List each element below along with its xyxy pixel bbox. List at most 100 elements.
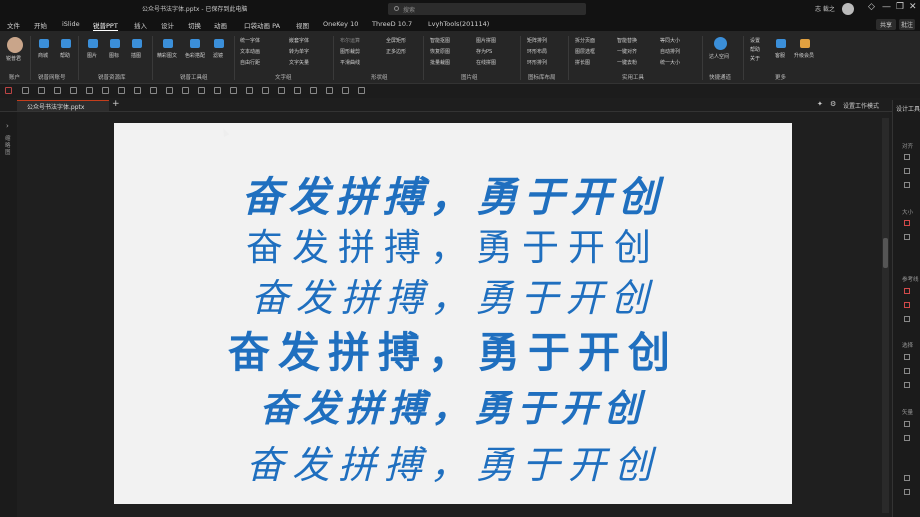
user-name[interactable]: 志 裁之 — [815, 4, 835, 13]
store-icon[interactable] — [39, 39, 49, 48]
boolean-op-button[interactable]: 布尔运算 — [340, 37, 360, 44]
store-label[interactable]: 商城 — [38, 52, 48, 59]
search-box[interactable]: 搜索 — [388, 3, 586, 15]
union-icon[interactable] — [294, 87, 301, 94]
calligraphy-line-6[interactable]: 奋发拼搏，勇于开创 — [114, 434, 792, 489]
send-back-icon[interactable] — [262, 87, 269, 94]
calligraphy-line-3[interactable]: 奋发拼搏，勇于开创 — [114, 267, 792, 322]
calligraphy-line-5[interactable]: 奋发拼搏，勇于开创 — [114, 378, 792, 432]
align-left-icon[interactable] — [86, 87, 93, 94]
guide-icon[interactable] — [904, 288, 910, 294]
ring-layout-button[interactable]: 环形布局 — [527, 48, 547, 55]
text-vector-button[interactable]: 文字矢量 — [289, 59, 309, 66]
account-label[interactable]: 锐普君 — [6, 55, 21, 62]
filter-label[interactable]: 滤镜 — [213, 52, 223, 59]
work-mode-button[interactable]: 设置工作模式 — [843, 101, 879, 110]
vector-icon[interactable] — [904, 489, 910, 495]
tab-ruipu[interactable]: 锐普PPT — [93, 20, 118, 31]
help-label[interactable]: 帮助 — [60, 52, 70, 59]
tab-home[interactable]: 开始 — [34, 20, 47, 30]
size-icon[interactable] — [904, 234, 910, 240]
remove-powder-button[interactable]: 一键去粉 — [617, 59, 637, 66]
vector-icon[interactable] — [904, 421, 910, 427]
smart-cutout-button[interactable]: 智能抠图 — [430, 37, 450, 44]
vector-icon[interactable] — [904, 475, 910, 481]
tab-onekey[interactable]: OneKey 10 — [323, 20, 358, 28]
restore-image-button[interactable]: 恢复原图 — [430, 48, 450, 55]
filter-icon[interactable] — [214, 39, 224, 48]
save-icon[interactable] — [5, 87, 12, 94]
palette-icon[interactable] — [190, 39, 200, 48]
tab-transitions[interactable]: 切换 — [188, 20, 201, 30]
calligraphy-line-1[interactable]: 奋发拼搏，勇于开创 — [114, 163, 792, 223]
crop-icon[interactable] — [278, 87, 285, 94]
about-button[interactable]: 关于 — [750, 55, 760, 62]
split-page-button[interactable]: 拆分页面 — [575, 37, 595, 44]
shape-crop-button[interactable]: 图形裁剪 — [340, 48, 360, 55]
align-icon[interactable] — [904, 168, 910, 174]
align-icon[interactable] — [904, 154, 910, 160]
tab-islide[interactable]: iSlide — [62, 20, 80, 28]
palette-label[interactable]: 色彩搭配 — [185, 52, 205, 59]
calligraphy-line-2[interactable]: 奋发拼搏，勇于开创 — [114, 217, 792, 271]
image-collage-button[interactable]: 图片拼图 — [476, 37, 496, 44]
save-ps-button[interactable]: 存为PS — [476, 48, 492, 55]
format-painter-icon[interactable] — [70, 87, 77, 94]
distribute-v-icon[interactable] — [198, 87, 205, 94]
avatar[interactable] — [842, 3, 854, 15]
text-animation-button[interactable]: 文本动画 — [240, 48, 260, 55]
chevron-right-icon[interactable]: › — [6, 122, 9, 130]
gear-icon[interactable]: ⚙ — [830, 100, 836, 108]
matrix-arrange-button[interactable]: 矩阵排列 — [527, 37, 547, 44]
align-top-icon[interactable] — [134, 87, 141, 94]
tab-lvyhtools[interactable]: LvyhTools(201114) — [428, 20, 489, 28]
text-box-icon[interactable] — [358, 87, 365, 94]
tab-view[interactable]: 视图 — [296, 20, 309, 30]
smart-replace-button[interactable]: 智能替换 — [617, 37, 637, 44]
calligraphy-line-4[interactable]: 奋发拼搏，勇于开创 — [114, 319, 792, 380]
tab-threed[interactable]: ThreeD 10.7 — [372, 20, 412, 28]
group-icon[interactable] — [214, 87, 221, 94]
nested-font-button[interactable]: 嵌套字体 — [289, 37, 309, 44]
unify-font-button[interactable]: 统一字体 — [240, 37, 260, 44]
tab-insert[interactable]: 插入 — [134, 20, 147, 30]
split-chars-button[interactable]: 转为单字 — [289, 48, 309, 55]
scroll-thumb[interactable] — [883, 238, 888, 268]
subtract-icon[interactable] — [326, 87, 333, 94]
minimize-button[interactable]: — — [882, 2, 891, 12]
graphic-icon[interactable] — [163, 39, 173, 48]
line-spacing-button[interactable]: 自由行距 — [240, 59, 260, 66]
expert-space-icon[interactable] — [714, 37, 727, 50]
distribute-h-icon[interactable] — [182, 87, 189, 94]
help-button[interactable]: 帮助 — [750, 46, 760, 53]
thumbnail-rail[interactable]: › 缩略图 — [0, 112, 17, 517]
graphic-label[interactable]: 精彩图文 — [157, 52, 177, 59]
account-avatar[interactable] — [7, 37, 23, 53]
align-right-icon[interactable] — [118, 87, 125, 94]
expert-space-label[interactable]: 达人空间 — [709, 53, 729, 60]
icon-library-icon[interactable] — [110, 39, 120, 48]
new-tab-icon[interactable]: + — [112, 99, 120, 109]
align-center-icon[interactable] — [102, 87, 109, 94]
align-middle-icon[interactable] — [150, 87, 157, 94]
layer-select-button[interactable]: 图层选框 — [575, 48, 595, 55]
share-button[interactable]: 共享 — [876, 19, 897, 30]
tab-design[interactable]: 设计 — [161, 20, 174, 30]
vector-icon[interactable] — [904, 435, 910, 441]
tab-pocket-animation[interactable]: 口袋动画 PA — [244, 20, 280, 30]
slide[interactable]: 奋发拼搏，勇于开创 奋发拼搏，勇于开创 奋发拼搏，勇于开创 奋发拼搏，勇于开创 … — [114, 123, 792, 504]
help-icon[interactable] — [61, 39, 71, 48]
fragment-icon[interactable] — [342, 87, 349, 94]
diamond-icon[interactable]: ◇ — [868, 2, 875, 12]
customer-service-icon[interactable] — [776, 39, 786, 48]
polygon-button[interactable]: 正多边形 — [386, 48, 406, 55]
ring-arrange-button[interactable]: 环形排列 — [527, 59, 547, 66]
full-rect-button[interactable]: 全屏矩形 — [386, 37, 406, 44]
tab-animations[interactable]: 动画 — [214, 20, 227, 30]
comment-button[interactable]: 批注 — [899, 19, 916, 30]
upgrade-vip-icon[interactable] — [800, 39, 810, 48]
settings-button[interactable]: 设置 — [750, 37, 760, 44]
select-icon[interactable] — [904, 382, 910, 388]
online-collage-button[interactable]: 在线拼图 — [476, 59, 496, 66]
picture-label[interactable]: 图片 — [87, 52, 97, 59]
